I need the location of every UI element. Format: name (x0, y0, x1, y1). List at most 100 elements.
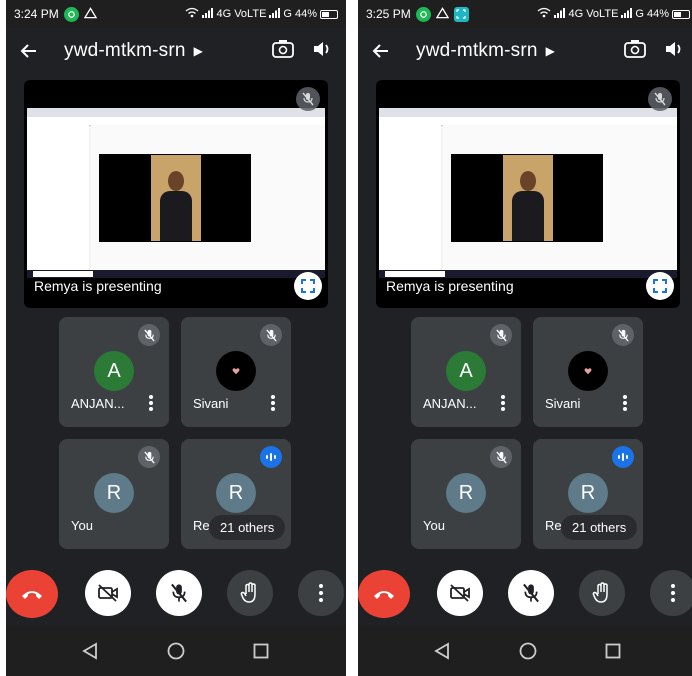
more-vert-icon[interactable] (149, 395, 153, 411)
back-button[interactable] (368, 38, 394, 64)
battery-percent: 44% (294, 8, 317, 20)
participant-name: You (423, 518, 445, 533)
caret-right-icon[interactable]: ▶ (194, 44, 203, 58)
end-call-button[interactable] (6, 570, 58, 618)
meeting-code[interactable]: ywd-mtkm-srn (64, 40, 186, 62)
meeting-code[interactable]: ywd-mtkm-srn (416, 40, 538, 62)
meet-screen-2: 3:25 PM 4G VoLTE G 44% ywd-mtkm-srn ▶ Re… (358, 0, 692, 676)
mic-off-icon (490, 324, 512, 346)
status-bar: 3:24 PM 4G VoLTE G 44% (6, 0, 346, 28)
circle-home-icon (519, 642, 537, 660)
presentation-tile[interactable]: Remya is presenting (24, 80, 328, 308)
status-time: 3:25 PM (366, 7, 411, 21)
audio-level-icon (612, 446, 634, 468)
mic-off-icon (612, 324, 634, 346)
avatar: R (446, 473, 486, 513)
fullscreen-icon (301, 279, 315, 293)
camera-off-icon (450, 584, 470, 602)
nav-back-button[interactable] (80, 641, 100, 661)
more-vert-icon[interactable] (501, 395, 505, 411)
speaker-button[interactable] (312, 39, 332, 64)
switch-camera-icon (272, 39, 294, 58)
network-type-2: G (635, 8, 644, 20)
mic-off-icon (648, 87, 672, 111)
fullscreen-button[interactable] (646, 272, 674, 300)
more-options-button[interactable] (650, 570, 692, 616)
participant-name: ANJAN... (71, 396, 125, 411)
participant-tile[interactable]: R Rem 21 others (181, 439, 291, 549)
more-vert-icon[interactable] (271, 395, 275, 411)
network-type-2: G (283, 8, 292, 20)
triangle-back-icon (82, 642, 97, 660)
presentation-tile[interactable]: Remya is presenting (376, 80, 680, 308)
mic-off-icon (490, 446, 512, 468)
square-recents-icon (605, 643, 621, 659)
signal-icon (554, 7, 566, 21)
network-type: 4G VoLTE (568, 8, 619, 20)
switch-camera-button[interactable] (624, 39, 646, 64)
back-button[interactable] (16, 38, 42, 64)
shared-screen (27, 108, 325, 278)
meet-screen-1: 3:24 PM 4G VoLTE G 44% ywd-mtkm-srn ▶ Re… (6, 0, 346, 676)
wifi-icon (537, 7, 551, 21)
battery-icon (320, 9, 338, 19)
speaker-icon (666, 41, 681, 56)
camera-toggle-button[interactable] (85, 570, 131, 616)
camera-toggle-button[interactable] (437, 570, 483, 616)
participant-name: You (71, 518, 93, 533)
audio-level-icon (260, 446, 282, 468)
raise-hand-button[interactable] (227, 570, 273, 616)
avatar: R (94, 473, 134, 513)
mic-toggle-button[interactable] (156, 570, 202, 616)
participant-name: Sivani (545, 396, 581, 411)
avatar (216, 351, 256, 391)
fullscreen-icon (653, 279, 667, 293)
more-vert-icon[interactable] (623, 395, 627, 411)
participant-tile[interactable]: A ANJAN... (411, 317, 521, 427)
android-nav-bar (6, 626, 346, 676)
participant-tile[interactable]: Sivani (533, 317, 643, 427)
shared-video (99, 154, 251, 242)
phone-hangup-icon (374, 591, 394, 599)
avatar: A (94, 351, 134, 391)
speaker-icon (314, 41, 329, 56)
phone-hangup-icon (22, 591, 42, 599)
participant-tile[interactable]: R Rem 21 others (533, 439, 643, 549)
square-recents-icon (253, 643, 269, 659)
battery-icon (672, 9, 690, 19)
switch-camera-button[interactable] (272, 39, 294, 64)
signal-icon-2 (621, 7, 633, 21)
nav-recents-button[interactable] (603, 641, 623, 661)
presenting-label: Remya is presenting (34, 278, 162, 294)
more-options-button[interactable] (298, 570, 344, 616)
heart-icon (584, 368, 592, 375)
participant-tile[interactable]: A ANJAN... (59, 317, 169, 427)
nav-recents-button[interactable] (251, 641, 271, 661)
end-call-button[interactable] (358, 570, 410, 618)
participant-tile[interactable]: R You (411, 439, 521, 549)
mic-off-icon (171, 583, 187, 603)
nav-home-button[interactable] (518, 641, 538, 661)
others-count-badge[interactable]: 21 others (561, 515, 638, 540)
battery-percent: 44% (646, 8, 669, 20)
nav-home-button[interactable] (166, 641, 186, 661)
arrow-left-icon (20, 44, 36, 58)
raise-hand-button[interactable] (579, 570, 625, 616)
participant-name: Sivani (193, 396, 229, 411)
fullscreen-button[interactable] (294, 272, 322, 300)
circle-home-icon (167, 642, 185, 660)
others-count-badge[interactable]: 21 others (209, 515, 286, 540)
status-bar: 3:25 PM 4G VoLTE G 44% (358, 0, 692, 28)
call-controls (358, 570, 692, 618)
nav-back-button[interactable] (432, 641, 452, 661)
mic-toggle-button[interactable] (508, 570, 554, 616)
speaker-button[interactable] (664, 39, 684, 64)
mic-off-icon (138, 324, 160, 346)
arrow-left-icon (372, 44, 388, 58)
hand-icon (240, 582, 256, 603)
caret-right-icon[interactable]: ▶ (546, 44, 555, 58)
participant-tile[interactable]: Sivani (181, 317, 291, 427)
network-type: 4G VoLTE (216, 8, 267, 20)
participant-tile[interactable]: R You (59, 439, 169, 549)
call-controls (6, 570, 346, 618)
